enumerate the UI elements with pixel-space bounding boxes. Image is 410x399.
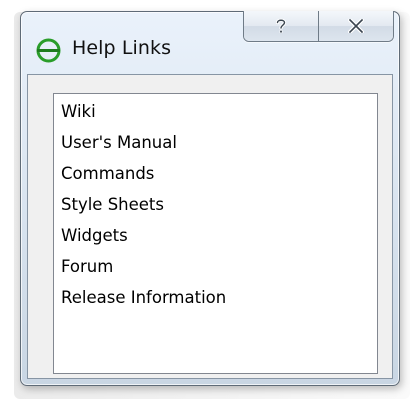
link-commands[interactable]: Commands: [61, 159, 154, 189]
dialog-body: Wiki User's Manual Commands Style Sheets…: [27, 74, 393, 379]
link-widgets[interactable]: Widgets: [61, 221, 128, 251]
help-links-list[interactable]: Wiki User's Manual Commands Style Sheets…: [53, 93, 378, 374]
link-wiki[interactable]: Wiki: [61, 97, 96, 127]
link-style-sheets[interactable]: Style Sheets: [61, 190, 164, 220]
help-links-dialog: Help Links Wiki User's Manual Commands S…: [20, 11, 400, 386]
close-x-icon: [348, 19, 364, 33]
caption-buttons: [243, 11, 394, 42]
help-button[interactable]: [244, 11, 318, 41]
link-users-manual[interactable]: User's Manual: [61, 128, 177, 158]
window-title: Help Links: [72, 37, 172, 59]
title-bar[interactable]: Help Links: [21, 11, 399, 74]
app-icon: [35, 37, 62, 64]
close-button[interactable]: [318, 11, 393, 41]
question-mark-icon: [275, 18, 287, 33]
link-forum[interactable]: Forum: [61, 252, 113, 282]
link-release-information[interactable]: Release Information: [61, 283, 226, 313]
